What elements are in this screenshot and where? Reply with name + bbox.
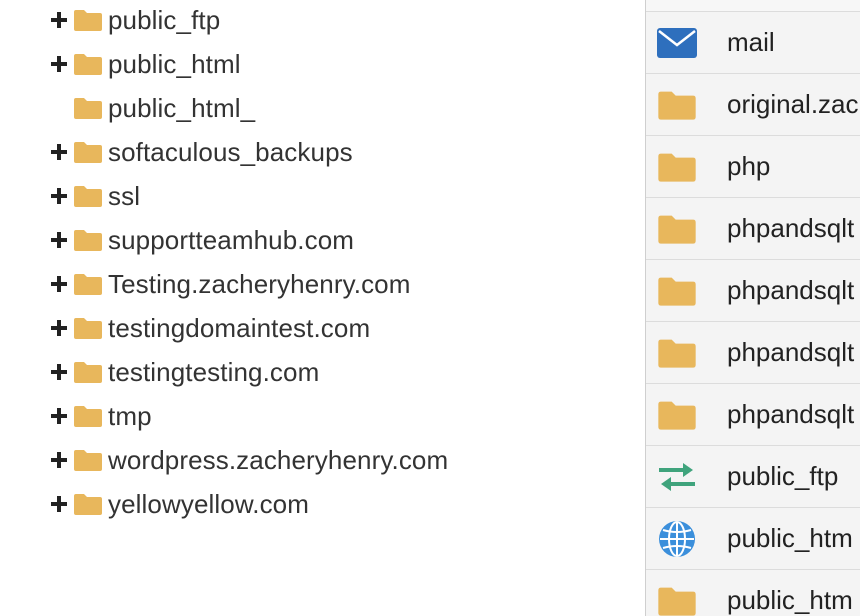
file-name[interactable]: public_ftp — [727, 461, 838, 492]
file-name[interactable]: public_htm — [727, 523, 853, 554]
tree-item-label[interactable]: softaculous_backups — [108, 137, 353, 168]
expand-plus-icon[interactable] — [48, 405, 70, 427]
tree-item-ssl[interactable]: ssl — [48, 176, 140, 216]
file-row-original[interactable]: original.zac — [646, 74, 860, 136]
tree-item-label[interactable]: ssl — [108, 181, 140, 212]
folder-icon — [73, 316, 103, 340]
tree-item-public-html[interactable]: public_html — [48, 44, 241, 84]
file-row-public-ftp[interactable]: public_ftp — [646, 446, 860, 508]
folder-icon — [656, 273, 698, 309]
expand-plus-icon[interactable] — [48, 317, 70, 339]
transfer-arrows-icon — [656, 459, 698, 495]
file-row-phpandsql-2[interactable]: phpandsqlt — [646, 260, 860, 322]
tree-item-tmp[interactable]: tmp — [48, 396, 152, 436]
tree-item-label[interactable]: public_ftp — [108, 5, 220, 36]
folder-icon — [73, 96, 103, 120]
folder-icon — [656, 211, 698, 247]
tree-item-label[interactable]: wordpress.zacheryhenry.com — [108, 445, 448, 476]
expand-plus-icon[interactable] — [48, 53, 70, 75]
folder-icon — [73, 360, 103, 384]
file-row-php[interactable]: php — [646, 136, 860, 198]
expand-plus-icon[interactable] — [48, 273, 70, 295]
folder-icon — [73, 8, 103, 32]
tree-item-supportteamhub[interactable]: supportteamhub.com — [48, 220, 354, 260]
tree-item-public-html-underscore[interactable]: public_html_ — [48, 88, 255, 128]
tree-item-label[interactable]: public_html — [108, 49, 241, 80]
folder-icon — [73, 184, 103, 208]
folder-icon — [656, 583, 698, 616]
folder-icon — [73, 448, 103, 472]
file-row-phpandsql-4[interactable]: phpandsqlt — [646, 384, 860, 446]
file-row-phpandsql-1[interactable]: phpandsqlt — [646, 198, 860, 260]
tree-item-testing-zacheryhenry[interactable]: Testing.zacheryhenry.com — [48, 264, 411, 304]
tree-item-label[interactable]: testingtesting.com — [108, 357, 319, 388]
file-name[interactable]: original.zac — [727, 89, 859, 120]
file-name[interactable]: phpandsqlt — [727, 337, 854, 368]
folder-icon — [656, 149, 698, 185]
folder-icon — [73, 492, 103, 516]
folder-icon — [73, 404, 103, 428]
tree-item-testingtesting[interactable]: testingtesting.com — [48, 352, 319, 392]
expand-plus-icon[interactable] — [48, 449, 70, 471]
globe-icon — [656, 520, 698, 557]
folder-icon — [656, 397, 698, 433]
expand-plus-icon[interactable] — [48, 493, 70, 515]
expand-plus-icon[interactable] — [48, 141, 70, 163]
folder-icon — [73, 228, 103, 252]
file-name[interactable]: phpandsqlt — [727, 399, 854, 430]
file-name[interactable]: mail — [727, 27, 775, 58]
expand-plus-icon[interactable] — [48, 361, 70, 383]
tree-item-public-ftp[interactable]: public_ftp — [48, 0, 220, 40]
expand-plus-icon[interactable] — [48, 229, 70, 251]
file-list-header-edge — [646, 0, 860, 12]
tree-item-wordpress-zacheryhenry[interactable]: wordpress.zacheryhenry.com — [48, 440, 448, 480]
file-name[interactable]: phpandsqlt — [727, 213, 854, 244]
directory-tree: public_ftp public_html public_html_ soft… — [0, 0, 640, 616]
folder-icon — [73, 140, 103, 164]
tree-item-label[interactable]: tmp — [108, 401, 152, 432]
file-name[interactable]: public_htm — [727, 585, 853, 616]
tree-item-label[interactable]: supportteamhub.com — [108, 225, 354, 256]
file-name[interactable]: phpandsqlt — [727, 275, 854, 306]
no-toggle-spacer — [48, 97, 70, 119]
file-row-public-html[interactable]: public_htm — [646, 570, 860, 616]
file-row-phpandsql-3[interactable]: phpandsqlt — [646, 322, 860, 384]
folder-icon — [656, 87, 698, 123]
tree-item-label[interactable]: public_html_ — [108, 93, 255, 124]
folder-icon — [73, 272, 103, 296]
file-row-public-html-link[interactable]: public_htm — [646, 508, 860, 570]
tree-item-softaculous-backups[interactable]: softaculous_backups — [48, 132, 353, 172]
folder-icon — [656, 335, 698, 371]
expand-plus-icon[interactable] — [48, 9, 70, 31]
file-manager: public_ftp public_html public_html_ soft… — [0, 0, 860, 616]
file-row-mail[interactable]: mail — [646, 12, 860, 74]
file-list: mail original.zac php phpandsqlt phpands… — [645, 0, 860, 616]
expand-plus-icon[interactable] — [48, 185, 70, 207]
file-name[interactable]: php — [727, 151, 770, 182]
folder-icon — [73, 52, 103, 76]
tree-item-label[interactable]: testingdomaintest.com — [108, 313, 370, 344]
mail-icon — [656, 25, 698, 61]
tree-item-testingdomaintest[interactable]: testingdomaintest.com — [48, 308, 370, 348]
tree-item-label[interactable]: yellowyellow.com — [108, 489, 309, 520]
tree-item-label[interactable]: Testing.zacheryhenry.com — [108, 269, 411, 300]
tree-item-yellowyellow[interactable]: yellowyellow.com — [48, 484, 309, 524]
